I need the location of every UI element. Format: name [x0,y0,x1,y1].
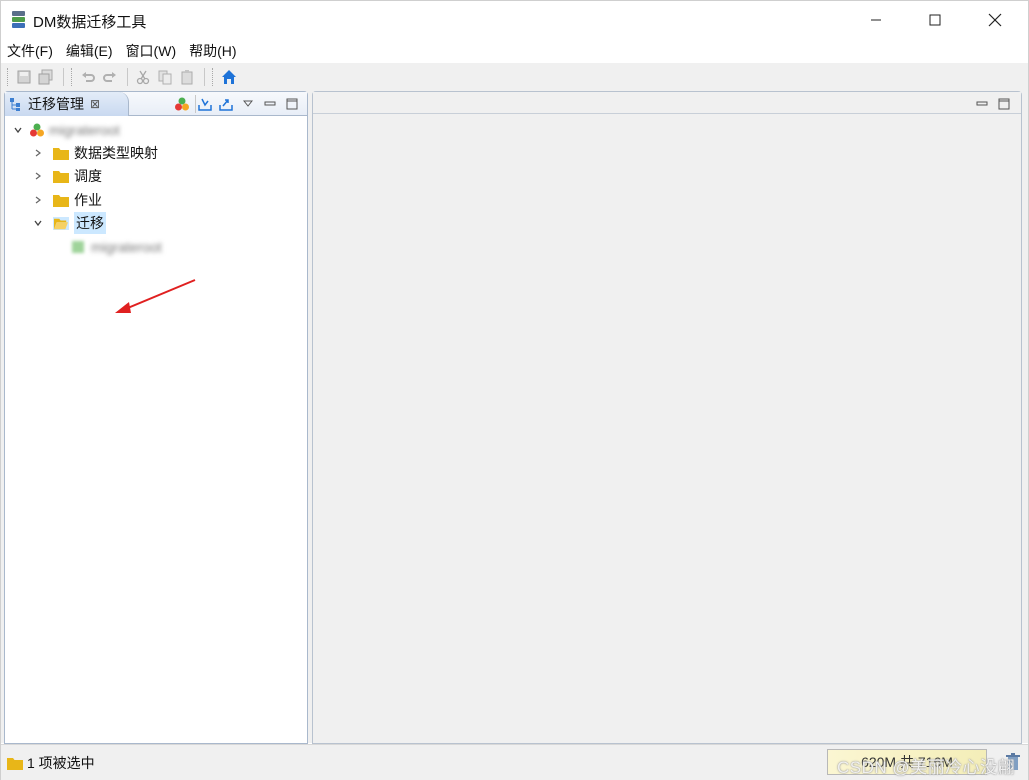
view-menu-button[interactable] [239,95,257,113]
tree-node-schedule[interactable]: 调度 [31,165,102,187]
tree-node-label: 迁移 [74,212,106,234]
maximize-button[interactable] [906,1,964,39]
tree-node-label: 数据类型映射 [74,145,158,161]
copy-button[interactable] [155,67,175,87]
tree-node-label: 作业 [74,192,102,208]
child-node-label: migrateroot [91,239,162,255]
menu-edit[interactable]: 编辑(E) [65,41,121,61]
main-toolbar [1,63,1028,91]
export-icon [219,99,233,111]
status-selection: 1 项被选中 [7,753,95,773]
chevron-down-icon[interactable] [11,123,25,137]
save-button[interactable] [14,67,34,87]
import-icon [197,98,212,111]
menu-file[interactable]: 文件(F) [6,41,61,61]
tab-close-icon[interactable]: ⊠ [90,97,100,111]
paste-button[interactable] [177,67,197,87]
maximize-icon [929,14,941,26]
migration-item-icon [72,241,84,253]
editor-header [313,92,1021,114]
new-project-icon [175,97,189,111]
paste-icon [181,70,193,85]
folder-icon [7,757,23,770]
undo-icon [82,72,95,82]
new-project-button[interactable] [173,95,191,113]
migration-manager-view: 迁移管理 ⊠ migrateroot 数据类型映射 调度 作业 迁移 migra… [4,91,308,744]
editor-maximize-button[interactable] [995,95,1013,113]
chevron-down-icon[interactable] [31,216,45,230]
maximize-view-icon [998,98,1010,110]
folder-icon [53,194,69,207]
toolbar-separator [127,68,128,86]
view-actions [169,94,301,114]
maximize-view-button[interactable] [283,95,301,113]
menu-help[interactable]: 帮助(H) [188,41,244,61]
undo-button[interactable] [78,67,98,87]
tab-label: 迁移管理 [28,96,84,112]
folder-icon [53,170,69,183]
save-all-icon [38,69,53,85]
export-button[interactable] [217,95,235,113]
toolbar-separator [204,68,205,86]
tree-view-icon [10,98,20,111]
toolbar-grip[interactable] [71,68,74,86]
cut-icon [136,70,150,85]
editor-minimize-button[interactable] [973,95,991,113]
chevron-right-icon[interactable] [31,146,45,160]
chevron-right-icon[interactable] [31,169,45,183]
redo-button[interactable] [100,67,120,87]
close-button[interactable] [966,1,1024,39]
tree-node-jobs[interactable]: 作业 [31,189,102,211]
folder-icon [53,147,69,160]
menu-bar: 文件(F) 编辑(E) 窗口(W) 帮助(H) [1,39,1028,63]
tab-migration-manager[interactable]: 迁移管理 ⊠ [5,92,129,116]
minimize-view-icon [976,101,988,106]
redo-icon [103,72,116,82]
watermark: CSDN @美丽冷心没翩 [837,758,1016,777]
title-bar: DM数据迁移工具 [1,1,1028,39]
minimize-view-icon [264,101,276,106]
root-node-label: migrateroot [49,122,120,138]
open-folder-icon [53,216,69,230]
view-menu-icon [243,100,253,107]
tree-node-type-mapping[interactable]: 数据类型映射 [31,142,158,164]
home-button[interactable] [219,67,239,87]
tree-node-migration[interactable]: 迁移 [31,212,106,234]
app-database-icon [12,11,25,28]
view-header: 迁移管理 ⊠ [5,92,307,116]
close-icon [988,13,1002,27]
cut-button[interactable] [133,67,153,87]
status-text: 1 项被选中 [27,755,95,771]
editor-area [312,91,1022,744]
toolbar-separator [63,68,64,86]
chevron-right-icon[interactable] [31,193,45,207]
minimize-icon [871,19,881,21]
tree-root-node[interactable]: migrateroot [11,119,120,141]
app-window: DM数据迁移工具 文件(F) 编辑(E) 窗口(W) 帮助(H) 迁移管理 ⊠ … [0,0,1029,780]
toolbar-grip[interactable] [212,68,215,86]
save-all-button[interactable] [36,67,56,87]
copy-icon [158,70,172,85]
window-title: DM数据迁移工具 [33,14,147,31]
tree-child-node[interactable]: migrateroot [71,236,162,258]
project-icon [30,123,44,137]
minimize-view-button[interactable] [261,95,279,113]
tree-node-label: 调度 [74,168,102,184]
annotation-arrow [115,279,196,313]
maximize-view-icon [286,98,298,110]
minimize-button[interactable] [847,1,905,39]
toolbar-grip[interactable] [7,68,10,86]
import-button[interactable] [195,95,213,113]
home-icon [222,70,236,84]
editor-actions [969,95,1013,113]
menu-window[interactable]: 窗口(W) [125,41,185,61]
save-icon [17,70,31,84]
